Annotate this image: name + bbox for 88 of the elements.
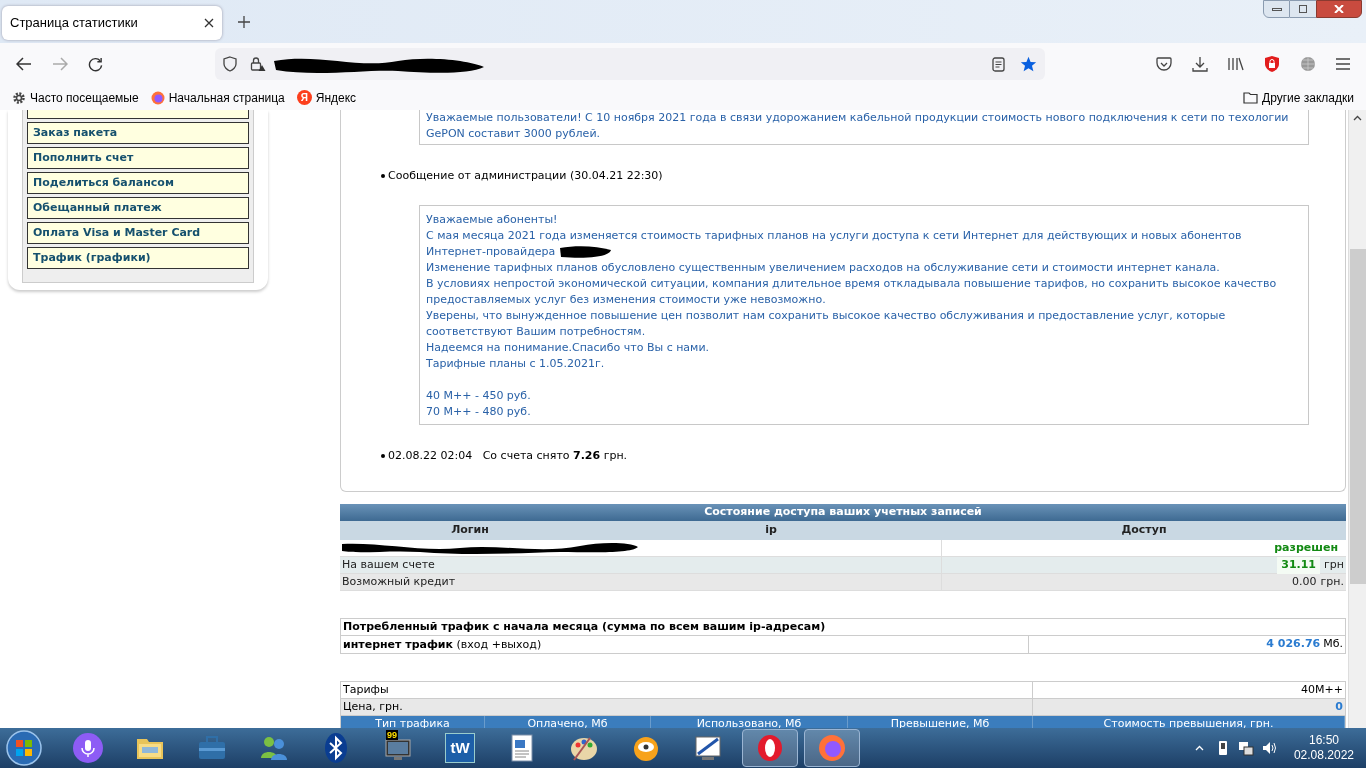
message-line: Уважаемые пользователи! С 10 ноября 2021 года в связи удорожанием кабельной продукции стоимость нового подключения к сети по техологии — [426, 110, 1289, 126]
yandex-logo: Я — [296, 90, 312, 105]
clock-date: 02.08.2022 — [1293, 748, 1354, 763]
message-heading: Сообщение от администрации (30.04.21 22:30) — [388, 168, 663, 184]
scrollbar-thumb[interactable] — [1349, 249, 1366, 584]
message-line: В условиях непростой экономической ситуации, компания длительное время откладывала повышение тарифов, но сохранить высокое качество — [426, 276, 1277, 292]
access-status: разрешен — [1274, 540, 1338, 556]
counter-badge: 99 — [386, 730, 398, 740]
tariff-value: 0 — [1335, 699, 1343, 715]
message-line: Надеемся на понимание.Спасибо что Вы с нами. — [426, 340, 710, 356]
balance-value: 31.11 — [1277, 557, 1321, 574]
new-tab-icon[interactable] — [238, 16, 250, 28]
address-bar[interactable] — [215, 48, 1045, 80]
balance-value: 0.00 — [1292, 574, 1317, 590]
message-line: GePON составит 3000 рублей. — [426, 126, 601, 142]
scroll-up-icon[interactable] — [1353, 115, 1362, 121]
message-line: 70 M++ - 480 руб. — [426, 404, 531, 420]
message-line: предоставляемых услуг без изменения стоимости уже невозможно. — [426, 292, 826, 308]
row-label: На вашем счете — [340, 557, 942, 574]
gear-icon — [12, 90, 26, 105]
pocket-icon[interactable] — [1156, 56, 1172, 72]
currency-unit: грн. — [1320, 574, 1344, 590]
lock-warning-icon — [250, 56, 266, 72]
folder-icon — [1243, 91, 1259, 104]
sidebar-menu-item[interactable]: Оплата Visa и Master Card — [27, 222, 249, 244]
close-icon — [1334, 5, 1344, 13]
currency-unit: грн — [1324, 557, 1344, 573]
clock[interactable]: 16:50 02.08.2022 — [1293, 733, 1354, 763]
scrollbar[interactable] — [1348, 110, 1366, 728]
bookmark-link[interactable]: Яндекс — [315, 88, 357, 107]
column-header: Логин — [450, 522, 490, 539]
restore-button[interactable] — [1290, 0, 1316, 18]
message-line: Тарифные планы с 1.05.2021г. — [426, 356, 605, 372]
bookmark-link[interactable]: Начальная страница — [168, 88, 285, 107]
sidebar-menu-item[interactable]: Обещанный платеж — [27, 197, 249, 219]
bullet-icon — [381, 174, 385, 178]
table-title: Состояние доступа ваших учетных записей — [340, 504, 1346, 521]
tariff-value: 40M++ — [1301, 682, 1343, 698]
bullet-icon — [381, 454, 385, 458]
sidebar-menu-item[interactable]: Заказ пакета — [27, 122, 249, 144]
microphone-icon[interactable] — [72, 732, 104, 764]
traffic-value: 4 026.76 — [1266, 636, 1321, 653]
sidebar-menu-item[interactable]: Пополнить счет — [27, 147, 249, 169]
menu-icon[interactable] — [1336, 58, 1350, 70]
column-header: Доступ — [1120, 522, 1168, 539]
row-label: Тарифы — [341, 682, 1033, 699]
bookmark-folder[interactable]: Другие закладки — [1262, 88, 1354, 107]
close-button[interactable] — [1316, 0, 1362, 18]
message-line: 40 M++ - 450 руб. — [426, 388, 531, 404]
app-tile[interactable]: tW — [445, 733, 475, 763]
message-line: Уважаемые абоненты! — [426, 212, 558, 228]
browser-logo-icon — [150, 90, 165, 105]
unit-label: Мб. — [1323, 636, 1343, 653]
tray-expand-icon[interactable] — [1194, 745, 1204, 751]
column-header: ip — [764, 522, 778, 539]
minimize-button[interactable] — [1263, 0, 1290, 18]
browser-tab[interactable]: Страница статистики — [2, 6, 222, 40]
taskbar-button[interactable]: 99 — [370, 729, 426, 767]
clock-time: 16:50 — [1308, 733, 1339, 748]
globe-icon[interactable] — [1300, 56, 1316, 72]
library-icon[interactable] — [1228, 57, 1244, 71]
sidebar-menu-item[interactable]: Трафик (графики) — [27, 247, 249, 269]
message-line: С мая месяца 2021 года изменяется стоимость тарифных планов на услуги доступа к сети Интернет для действующих и новых абонентов — [426, 228, 1242, 244]
shield-lock-icon[interactable] — [1264, 55, 1280, 73]
row-label: интернет трафик (вход +выход) — [341, 636, 1029, 653]
start-button[interactable] — [4, 729, 44, 767]
table-title: Потребленный трафик с начала месяца (сумма по всем вашим ip-адресам) — [341, 619, 1345, 636]
message-line: Уверены, что вынужденное повышение цен позволит нам сохранить высокое качество обслуживания и предоставление услуг, которые — [426, 308, 1226, 324]
message-line: Интернет-провайдера — [426, 244, 556, 260]
row-label: Цена, грн. — [341, 699, 1033, 716]
row-label: Возможный кредит — [340, 574, 942, 591]
message-line: Изменение тарифных планов обусловлено существенным увеличением расходов на обслуживание сети и стоимости интернет канала. — [426, 260, 1220, 276]
back-icon[interactable] — [16, 57, 32, 71]
close-icon[interactable] — [204, 18, 214, 28]
message-line: соответствуют Вашим потребностям. — [426, 324, 646, 340]
message-heading: 02.08.22 02:04 Со счета снято 7.26 грн. — [388, 448, 628, 464]
bookmark-star-icon[interactable] — [1020, 56, 1037, 72]
sidebar-menu-item[interactable] — [27, 110, 249, 119]
bookmark-link[interactable]: Часто посещаемые — [30, 88, 139, 107]
reload-icon[interactable] — [88, 56, 103, 72]
speaker-icon[interactable] — [1261, 741, 1278, 755]
shield-icon — [223, 56, 237, 72]
sidebar-menu-item[interactable]: Поделиться балансом — [27, 172, 249, 194]
taskbar-button[interactable]: tW — [432, 729, 488, 767]
taskbar-button[interactable] — [742, 729, 798, 767]
network-icon[interactable] — [1237, 740, 1254, 756]
download-icon[interactable] — [1192, 56, 1208, 72]
reader-view-icon[interactable] — [992, 56, 1005, 72]
